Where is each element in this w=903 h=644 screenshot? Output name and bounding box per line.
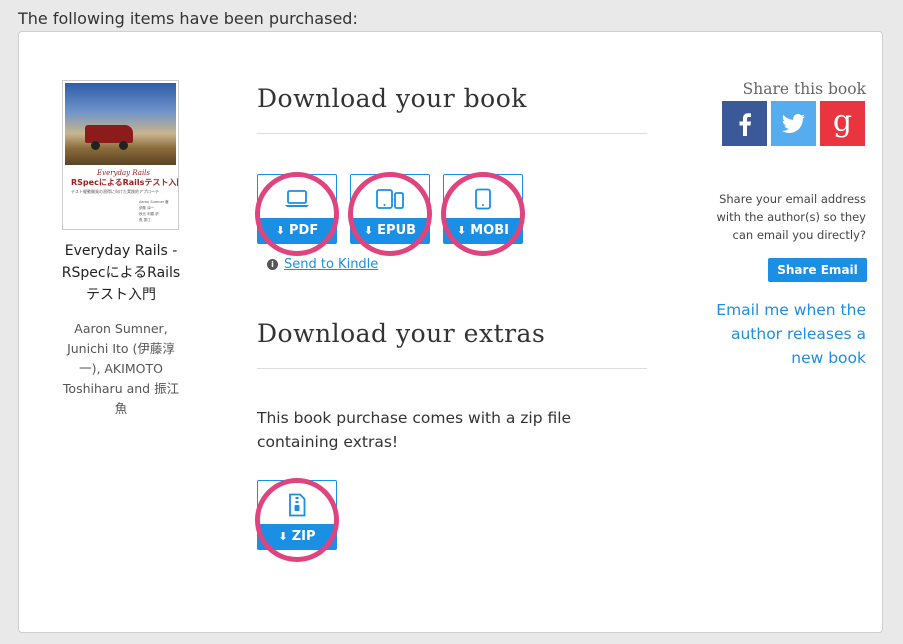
- tablet-icon: [444, 185, 522, 213]
- download-icon: ⬇: [363, 224, 374, 237]
- twitter-icon: [781, 113, 805, 133]
- facebook-share-button[interactable]: [722, 101, 767, 146]
- book-cover-image: Everyday Rails RSpecによるRailsテスト入門 テスト駆動開…: [62, 80, 179, 230]
- cover-photo: [65, 83, 176, 165]
- cover-series: Everyday Rails: [97, 169, 151, 177]
- notify-new-book-link[interactable]: Email me when the author releases a new …: [696, 298, 866, 370]
- laptop-icon: [258, 185, 336, 213]
- share-this-book-label: Share this book: [742, 80, 866, 98]
- download-icon: ⬇: [275, 224, 285, 237]
- download-mobi-button[interactable]: ⬇ MOBI: [443, 174, 523, 244]
- facebook-icon: [739, 112, 751, 136]
- send-to-kindle: i Send to Kindle: [267, 257, 378, 272]
- google-plus-share-button[interactable]: g: [820, 101, 865, 146]
- download-epub-button[interactable]: ⬇ EPUB: [350, 174, 430, 244]
- divider: [257, 133, 647, 134]
- download-icon: ⬇: [278, 530, 288, 543]
- cover-title: RSpecによるRailsテスト入門: [71, 178, 179, 187]
- info-icon: i: [267, 259, 278, 270]
- download-icon: ⬇: [457, 224, 467, 237]
- download-pdf-button[interactable]: ⬇ PDF: [257, 174, 337, 244]
- download-book-heading: Download your book: [257, 84, 527, 113]
- zip-file-icon: [258, 491, 336, 519]
- cover-truck: [85, 125, 133, 150]
- share-email-description: Share your email address with the author…: [716, 192, 866, 242]
- twitter-share-button[interactable]: [771, 101, 816, 146]
- purchase-panel: Everyday Rails RSpecによるRailsテスト入門 テスト駆動開…: [18, 31, 883, 633]
- cover-subtitle: テスト駆動開発の習得に向けた実践的アプローチ: [71, 189, 159, 194]
- google-icon: g: [832, 103, 853, 139]
- devices-icon: [351, 185, 429, 213]
- download-extras-heading: Download your extras: [257, 319, 546, 348]
- book-title: Everyday Rails - RSpecによるRails テスト入門: [61, 243, 181, 303]
- purchase-intro-text: The following items have been purchased:: [18, 9, 358, 28]
- book-authors: Aaron Sumner, Junichi Ito (伊藤淳 一), AKIMO…: [62, 321, 180, 416]
- share-email-button[interactable]: Share Email: [768, 258, 867, 282]
- divider: [257, 368, 647, 369]
- send-to-kindle-link[interactable]: Send to Kindle: [284, 257, 378, 272]
- extras-description: This book purchase comes with a zip file…: [257, 409, 572, 451]
- cover-authors: Aaron Sumner 著 伊藤 淳一 秋元 利春 訳 魚 振江: [139, 200, 169, 222]
- download-zip-button[interactable]: ⬇ ZIP: [257, 480, 337, 550]
